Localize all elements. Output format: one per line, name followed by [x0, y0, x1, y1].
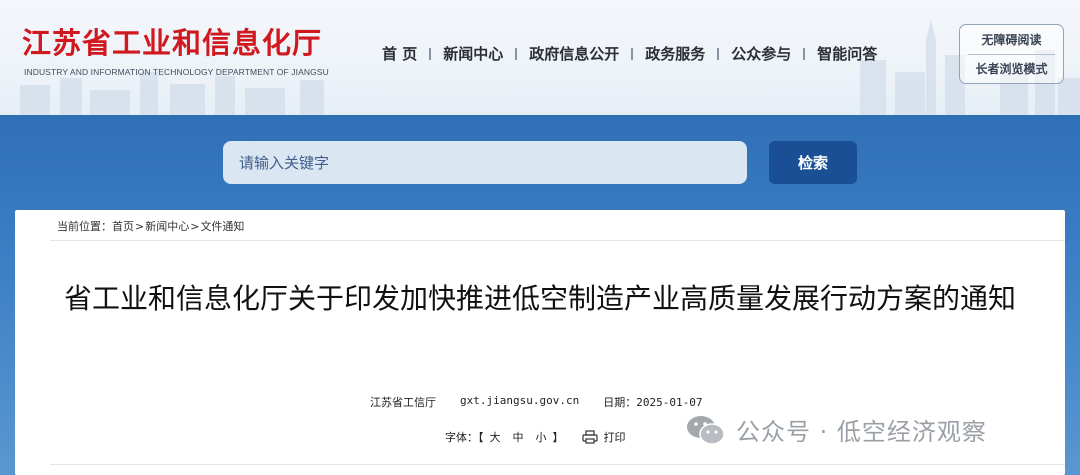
breadcrumb-home[interactable]: 首页 — [112, 218, 134, 234]
printer-icon — [581, 430, 598, 444]
article-title: 省工业和信息化厅关于印发加快推进低空制造产业高质量发展行动方案的通知 — [63, 282, 1016, 315]
breadcrumb-prefix: 当前位置： — [57, 220, 112, 233]
wechat-watermark: 公众号 · 低空经济观察 — [686, 412, 987, 447]
print-label: 打印 — [603, 431, 626, 444]
font-size-label: 字体：【 — [445, 431, 484, 444]
font-size-small[interactable]: 小 — [536, 429, 547, 445]
site-subtitle: INDUSTRY AND INFORMATION TECHNOLOGY DEPA… — [24, 67, 329, 77]
nav-item-gov-info[interactable]: 政府信息公开 — [517, 43, 631, 65]
print-button[interactable]: 打印 — [581, 429, 626, 445]
elder-mode-button[interactable]: 长者浏览模式 — [960, 55, 1063, 84]
article-date: 2025-01-07 — [636, 396, 703, 409]
search-button[interactable]: 检索 — [769, 141, 857, 184]
article-meta: 江苏省工信厅 gxt.jiangsu.gov.cn 日期：2025-01-07 — [370, 394, 702, 410]
main-nav: 首 页 新闻中心 政府信息公开 政务服务 公众参与 智能问答 — [370, 43, 889, 65]
nav-item-services[interactable]: 政务服务 — [633, 43, 717, 65]
font-size-close: 】 — [552, 431, 564, 444]
article-source: 江苏省工信厅 — [370, 396, 436, 409]
font-size-large[interactable]: 大 — [490, 429, 501, 445]
nav-item-participation[interactable]: 公众参与 — [719, 43, 803, 65]
reading-mode-panel: 无障碍阅读 长者浏览模式 — [959, 24, 1064, 84]
breadcrumb-separator: > — [190, 219, 200, 233]
meta-divider — [50, 464, 1065, 465]
watermark-text: 公众号 · 低空经济观察 — [736, 418, 987, 446]
breadcrumb-divider — [50, 240, 1065, 241]
breadcrumb-news[interactable]: 新闻中心 — [145, 218, 189, 234]
wechat-icon — [687, 415, 725, 445]
article-date-label: 日期： — [603, 396, 637, 409]
site-header: 江苏省工业和信息化厅 INDUSTRY AND INFORMATION TECH… — [0, 0, 1080, 115]
breadcrumb: 当前位置： 首页 > 新闻中心 > 文件通知 — [57, 218, 244, 234]
article-tools: 字体：【 大 中 小 】 打印 — [445, 429, 626, 445]
font-size-medium[interactable]: 中 — [513, 429, 524, 445]
article-site: gxt.jiangsu.gov.cn — [460, 394, 580, 407]
breadcrumb-notices[interactable]: 文件通知 — [200, 218, 244, 234]
nav-item-home[interactable]: 首 页 — [370, 43, 429, 65]
article-date-wrap: 日期：2025-01-07 — [603, 394, 702, 410]
accessible-reading-button[interactable]: 无障碍阅读 — [960, 25, 1063, 54]
site-title[interactable]: 江苏省工业和信息化厅 — [22, 26, 322, 60]
nav-item-news[interactable]: 新闻中心 — [431, 43, 515, 65]
search-input[interactable] — [223, 141, 747, 184]
nav-item-qa[interactable]: 智能问答 — [805, 43, 889, 65]
breadcrumb-separator: > — [135, 219, 145, 233]
